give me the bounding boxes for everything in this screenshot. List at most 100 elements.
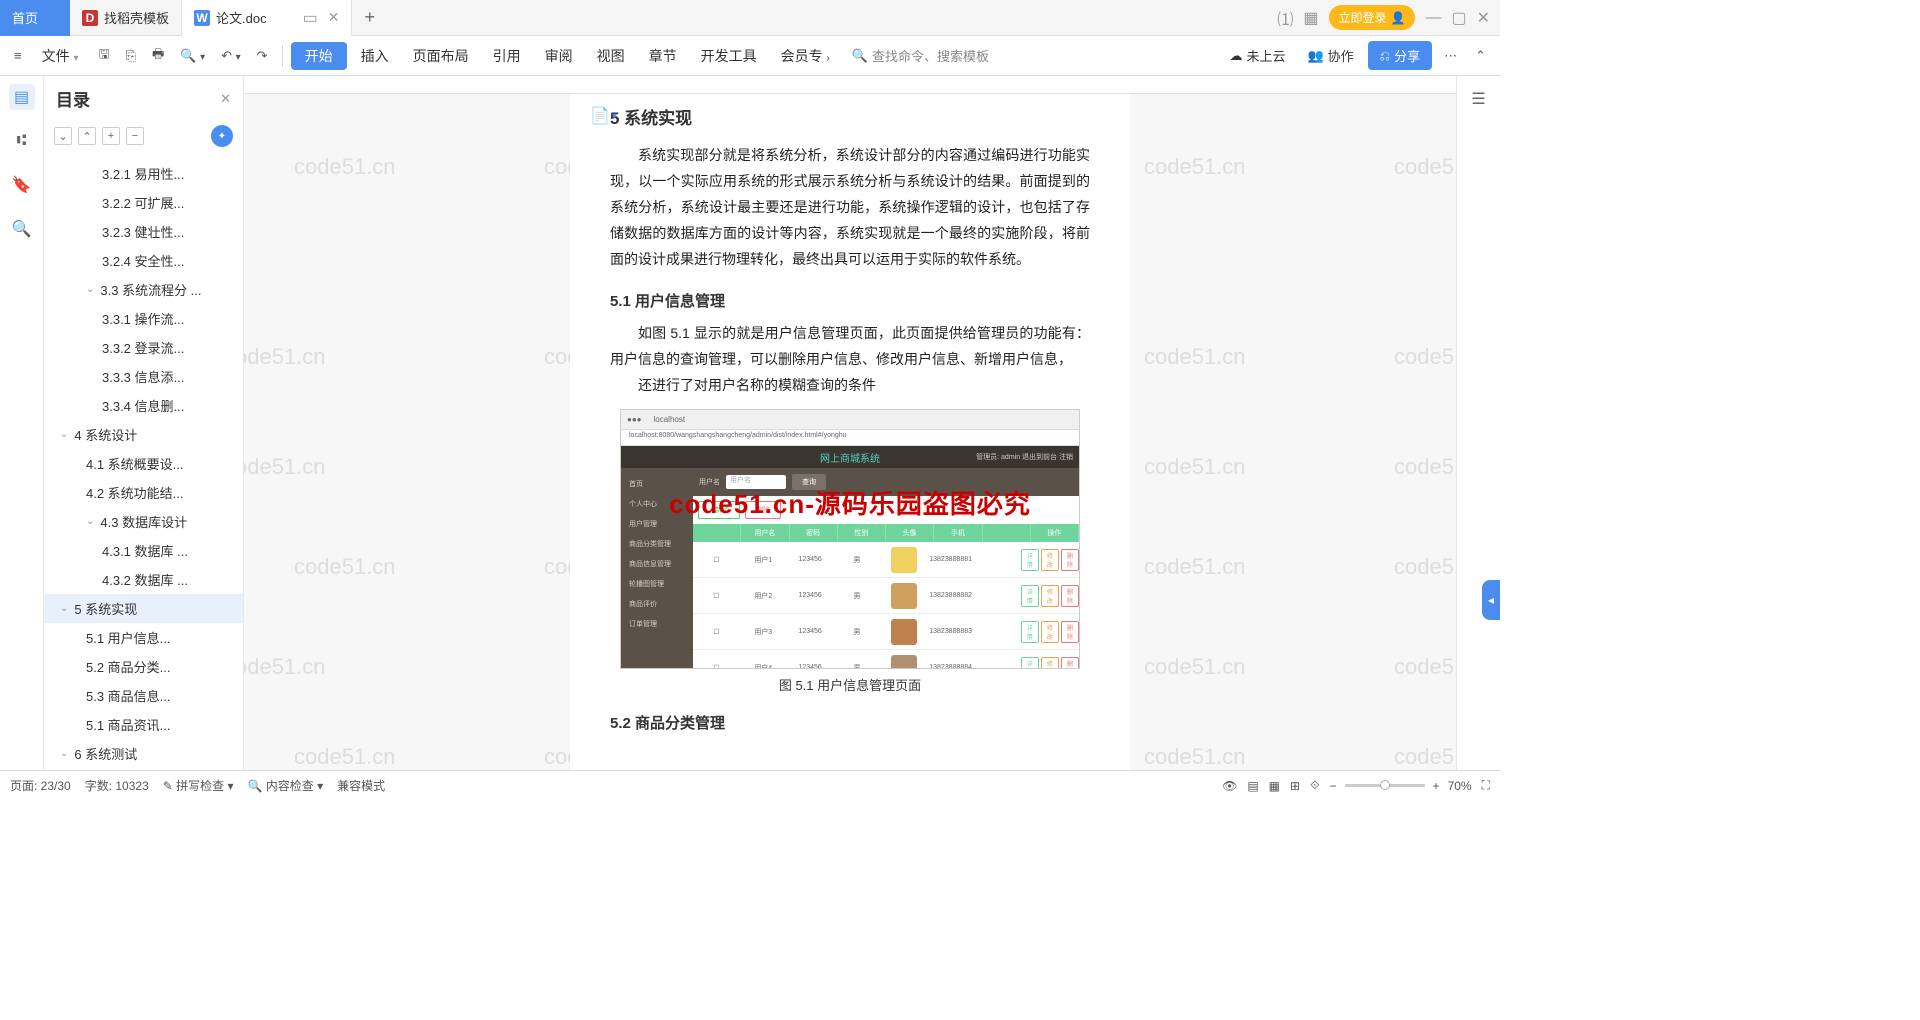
toc-item[interactable]: 5.2 商品分类...	[44, 652, 243, 681]
toc-item[interactable]: 3.3.1 操作流...	[44, 304, 243, 333]
toc-close-icon[interactable]: ✕	[220, 91, 231, 107]
people-icon: 👥	[1307, 48, 1323, 64]
print-icon[interactable]: 🖶	[146, 39, 170, 73]
heading-5-2: 5.2 商品分类管理	[610, 712, 1090, 733]
menu-dev[interactable]: 开发工具	[691, 40, 767, 72]
view-web-icon[interactable]: ▦	[1269, 779, 1280, 793]
window-close-icon[interactable]: ✕	[1477, 8, 1490, 28]
word-count[interactable]: 字数: 10323	[85, 777, 149, 794]
find-icon[interactable]: 🔍	[9, 216, 35, 242]
minimize-icon[interactable]: —	[1425, 9, 1441, 27]
menu-review[interactable]: 审阅	[535, 40, 583, 72]
menu-member[interactable]: 会员专 ›	[771, 40, 840, 72]
toc-item[interactable]: 4.3.1 数据库 ...	[44, 536, 243, 565]
toc-item[interactable]: ⌄3.3 系统流程分 ...	[44, 275, 243, 304]
page-sidebar-icon[interactable]: 📄 ▾	[590, 106, 617, 126]
bookmark-icon[interactable]: 🔖	[9, 172, 35, 198]
cloud-status[interactable]: ☁未上云	[1221, 41, 1293, 70]
toc-item[interactable]: 4.3.2 数据库 ...	[44, 565, 243, 594]
layout-icon[interactable]: ⑴	[1277, 6, 1293, 30]
view-outline-icon[interactable]: ⊞	[1290, 779, 1300, 793]
preview-icon[interactable]: 🔍 ▾	[174, 42, 211, 70]
share-button[interactable]: ⎌分享	[1368, 41, 1432, 70]
watermark-bg: code51.cn	[1144, 654, 1246, 680]
watermark-bg: code51.cn	[1394, 744, 1456, 770]
redo-icon[interactable]: ↷	[251, 42, 274, 70]
toc-item[interactable]: 3.3.2 登录流...	[44, 333, 243, 362]
watermark-bg: code51.cn	[1394, 654, 1456, 680]
toc-item[interactable]: 4.2 系统功能结...	[44, 478, 243, 507]
toc-item[interactable]: 4.1 系统概要设...	[44, 449, 243, 478]
hamburger-icon[interactable]: ≡	[8, 42, 28, 69]
outline-icon[interactable]: ▤	[9, 84, 35, 110]
page-indicator[interactable]: 页面: 23/30	[10, 777, 71, 794]
toc-item[interactable]: 5.1 商品资讯...	[44, 710, 243, 739]
more-icon[interactable]: ⋯	[1438, 42, 1463, 70]
spellcheck-button[interactable]: ✎ 拼写检查 ▾	[163, 777, 234, 794]
embedded-screenshot: ●●●localhost localhost:8080/wangshangsha…	[620, 409, 1080, 669]
toc-item[interactable]: 5.1 用户信息...	[44, 623, 243, 652]
watermark-bg: code51.cn	[244, 654, 326, 680]
toc-expand-icon[interactable]: ⌃	[78, 127, 96, 145]
toc-item[interactable]: ⌄5 系统实现	[44, 594, 243, 623]
menu-layout[interactable]: 页面布局	[403, 40, 479, 72]
document-page[interactable]: 📄 ▾ 5 系统实现 系统实现部分就是将系统分析，系统设计部分的内容通过编码进行…	[570, 94, 1130, 770]
toc-item[interactable]: ⌄4 系统设计	[44, 420, 243, 449]
toc-item[interactable]: ⌄6 系统测试	[44, 739, 243, 768]
toc-collapse-icon[interactable]: ⌄	[54, 127, 72, 145]
heading-5-1: 5.1 用户信息管理	[610, 290, 1090, 311]
save-icon[interactable]: 🖫	[93, 39, 116, 73]
tab-template[interactable]: D找稻壳模板	[70, 0, 182, 36]
feedback-tab[interactable]: ◂	[1482, 580, 1500, 620]
add-tab-button[interactable]: +	[352, 7, 387, 28]
right-rail: ☰	[1456, 76, 1500, 770]
menu-insert[interactable]: 插入	[351, 40, 399, 72]
toc-item[interactable]: 3.2.1 易用性...	[44, 159, 243, 188]
toc-plus-icon[interactable]: +	[102, 127, 120, 145]
toc-item[interactable]: 3.2.3 健壮性...	[44, 217, 243, 246]
collab-button[interactable]: 👥协作	[1299, 41, 1361, 70]
undo-icon[interactable]: ↶ ▾	[215, 42, 247, 70]
tab-home[interactable]: 首页	[0, 0, 70, 36]
reading-icon[interactable]: ⟐	[1310, 778, 1319, 793]
toc-item[interactable]: 3.3.3 信息添...	[44, 362, 243, 391]
toc-panel: 目录 ✕ ⌄ ⌃ + − ✦ 3.2.1 易用性...3.2.2 可扩展...3…	[44, 76, 244, 770]
menu-view[interactable]: 视图	[587, 40, 635, 72]
toc-item[interactable]: 5.3 商品信息...	[44, 681, 243, 710]
maximize-icon[interactable]: ▢	[1451, 8, 1466, 28]
watermark-bg: code51.cn	[294, 744, 396, 770]
zoom-in-icon[interactable]: +	[1433, 779, 1440, 793]
fit-icon[interactable]: ⛶	[1482, 778, 1490, 793]
toc-item[interactable]: 3.3.4 信息删...	[44, 391, 243, 420]
toc-item[interactable]: 6.1 系统测试的...	[44, 768, 243, 770]
section-icon[interactable]: ⑆	[9, 128, 35, 154]
panel-toggle-icon[interactable]: ☰	[1466, 86, 1492, 112]
view-page-icon[interactable]: ▤	[1247, 779, 1258, 793]
login-button[interactable]: 立即登录👤	[1329, 5, 1416, 30]
content-check-button[interactable]: 🔍 内容检查 ▾	[248, 777, 324, 794]
toc-minus-icon[interactable]: −	[126, 127, 144, 145]
tab-screen-icon[interactable]: ▭	[303, 8, 318, 28]
menu-chapter[interactable]: 章节	[639, 40, 687, 72]
ai-icon[interactable]: ✦	[211, 125, 233, 147]
close-icon[interactable]: ✕	[328, 9, 340, 26]
zoom-control[interactable]: − + 70%	[1330, 779, 1472, 793]
watermark-bg: code51.cn	[1394, 454, 1456, 480]
apps-icon[interactable]: ▦	[1303, 8, 1318, 28]
view-eye-icon[interactable]: 👁	[1222, 779, 1237, 793]
menu-start[interactable]: 开始	[291, 42, 347, 70]
toc-item[interactable]: ⌄4.3 数据库设计	[44, 507, 243, 536]
toc-item[interactable]: 3.2.4 安全性...	[44, 246, 243, 275]
zoom-level[interactable]: 70%	[1448, 779, 1472, 793]
zoom-out-icon[interactable]: −	[1330, 779, 1337, 793]
command-search[interactable]: 🔍查找命令、搜索模板	[844, 46, 997, 65]
compat-mode[interactable]: 兼容模式	[337, 777, 385, 794]
watermark-bg: code51.cn	[1394, 344, 1456, 370]
export-icon[interactable]: ⎘	[120, 42, 142, 70]
menu-cite[interactable]: 引用	[483, 40, 531, 72]
collapse-ribbon-icon[interactable]: ⌃	[1469, 42, 1492, 70]
tab-document[interactable]: W论文.doc▭✕	[182, 0, 352, 36]
ruler[interactable]	[244, 76, 1456, 94]
toc-item[interactable]: 3.2.2 可扩展...	[44, 188, 243, 217]
menu-file[interactable]: 文件 ▾	[32, 40, 89, 72]
